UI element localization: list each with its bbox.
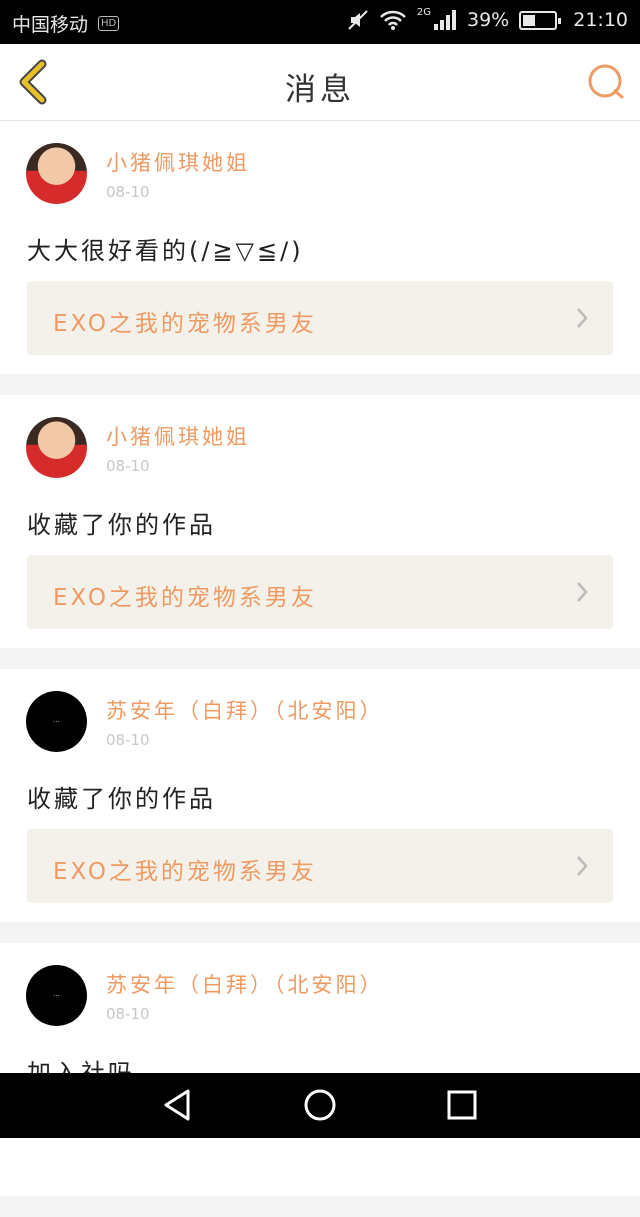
message-text: 大大很好看的(/≧▽≦/) [27,237,304,265]
square-recents-icon[interactable] [444,1087,480,1123]
message-card: ··· 苏安年（白拜）（北安阳） 08-10 收藏了你的作品 EXO之我的宠物系… [0,669,640,922]
message-text: 收藏了你的作品 [27,785,216,813]
work-link[interactable]: EXO之我的宠物系男友 [27,281,613,355]
work-title: EXO之我的宠物系男友 [53,585,317,611]
message-date: 08-10 [106,457,150,475]
message-card: 小猪佩琪她姐 08-10 收藏了你的作品 EXO之我的宠物系男友 [0,395,640,648]
page-title: 消息 [285,72,355,108]
message-text: 收藏了你的作品 [27,511,216,539]
user-name[interactable]: 苏安年（白拜）（北安阳） [106,695,384,725]
avatar[interactable] [26,417,87,478]
avatar-text: ··· [53,717,60,726]
top-nav: 消息 [0,44,640,121]
chevron-right-icon [577,582,588,602]
message-date: 08-10 [106,183,150,201]
battery-icon [519,10,562,30]
message-date: 08-10 [106,731,150,749]
message-card: 小猪佩琪她姐 08-10 大大很好看的(/≧▽≦/) EXO之我的宠物系男友 [0,121,640,374]
work-link[interactable]: EXO之我的宠物系男友 [27,829,613,903]
avatar[interactable]: ··· [26,691,87,752]
avatar[interactable] [26,143,87,204]
work-link[interactable]: EXO之我的宠物系男友 [27,555,613,629]
status-bar: 中国移动 HD 2G 39% 21:10 [0,0,640,44]
carrier-label: 中国移动 [12,14,89,36]
hd-badge: HD [98,16,120,31]
user-name[interactable]: 小猪佩琪她姐 [106,421,250,451]
network-type: 2G [416,6,431,18]
user-name[interactable]: 小猪佩琪她姐 [106,147,250,177]
system-nav-bar [0,1073,640,1138]
wifi-icon [379,10,406,30]
battery-percent: 39% [467,9,510,31]
avatar[interactable]: ··· [26,965,87,1026]
work-title: EXO之我的宠物系男友 [53,859,317,885]
message-card: ··· 苏安年（白拜）（北安阳） 08-10 加入社吗 [0,943,640,1196]
clock: 21:10 [573,9,628,31]
circle-home-icon[interactable] [302,1087,338,1123]
user-name[interactable]: 苏安年（白拜）（北安阳） [106,969,384,999]
avatar-text: ··· [53,991,60,1000]
mute-icon [348,10,368,30]
chevron-right-icon [577,308,588,328]
signal-icon [434,10,456,30]
chevron-right-icon [577,856,588,876]
work-title: EXO之我的宠物系男友 [53,311,317,337]
message-date: 08-10 [106,1005,150,1023]
triangle-back-icon[interactable] [160,1087,196,1123]
message-list: 小猪佩琪她姐 08-10 大大很好看的(/≧▽≦/) EXO之我的宠物系男友 小… [0,121,640,1217]
search-icon[interactable] [586,62,626,102]
